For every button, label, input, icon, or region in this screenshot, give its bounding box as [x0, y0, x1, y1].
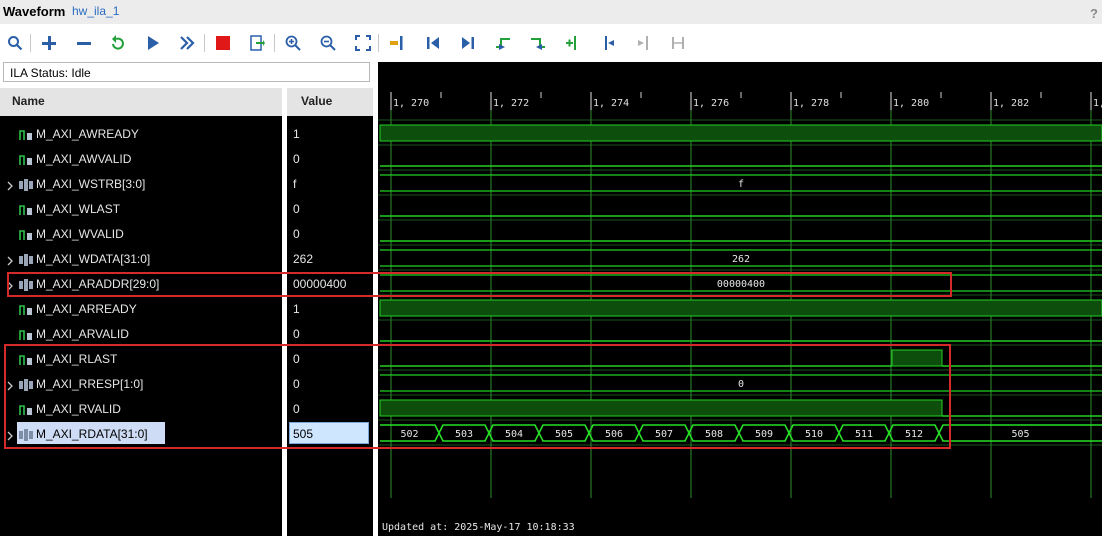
zoom-in-icon[interactable]: [282, 32, 304, 54]
previous-transition-icon[interactable]: [492, 32, 514, 54]
signal-value: 1: [293, 127, 300, 141]
zoom-out-icon[interactable]: [317, 32, 339, 54]
previous-marker-icon[interactable]: [597, 32, 619, 54]
signal-value: f: [293, 177, 297, 191]
signal-value: 0: [293, 227, 300, 241]
wire-signal-icon: [19, 228, 33, 240]
swap-cursors-icon: [667, 32, 689, 54]
signal-row[interactable]: M_AXI_WLAST: [0, 196, 282, 221]
signal-row[interactable]: M_AXI_WDATA[31:0]: [0, 246, 282, 271]
signal-value-row[interactable]: 262: [287, 246, 373, 271]
run-trigger-icon[interactable]: [142, 32, 164, 54]
high-level-wave: [379, 299, 1102, 317]
signal-name: M_AXI_WLAST: [36, 202, 121, 216]
signal-value-row[interactable]: 0: [287, 196, 373, 221]
go-to-start-icon[interactable]: [422, 32, 444, 54]
highlight-read-channel-box: [4, 344, 951, 449]
signal-value: 0: [293, 152, 300, 166]
add-icon[interactable]: [38, 32, 60, 54]
wire-signal-icon: [19, 128, 33, 140]
go-to-end-icon[interactable]: [457, 32, 479, 54]
updated-timestamp: Updated at: 2025-May-17 10:18:33: [382, 522, 575, 533]
signal-row[interactable]: M_AXI_WVALID: [0, 221, 282, 246]
bus-value-label: 262: [732, 254, 750, 265]
wire-signal-icon: [19, 203, 33, 215]
add-marker-icon[interactable]: [562, 32, 584, 54]
signal-name-list: M_AXI_AWREADY M_AXI_AWVALID M_AXI_WSTRB[3:…: [0, 116, 282, 536]
run-immediate-icon[interactable]: [176, 32, 198, 54]
next-marker-icon: [632, 32, 654, 54]
signal-row[interactable]: M_AXI_AWREADY: [0, 121, 282, 146]
signal-name: M_AXI_ARVALID: [36, 327, 129, 341]
bus-signal-icon: [19, 253, 33, 266]
search-icon[interactable]: [4, 32, 26, 54]
name-column-header[interactable]: Name: [0, 88, 282, 116]
tick-label: 1, 282: [993, 98, 1029, 109]
signal-value-row[interactable]: f: [287, 171, 373, 196]
signal-name: M_AXI_WVALID: [36, 227, 124, 241]
tick-label: 1, 270: [393, 98, 429, 109]
signal-value-list: 1 0 f 0 0 262 00000400 1 0 0 0 0 505: [287, 116, 373, 536]
signal-row[interactable]: M_AXI_WSTRB[3:0]: [0, 171, 282, 196]
signal-value-row[interactable]: 1: [287, 121, 373, 146]
title-bar: Waveform hw_ila_1 ?: [0, 0, 1102, 24]
signal-value: 1: [293, 302, 300, 316]
signal-name: M_AXI_WSTRB[3:0]: [36, 177, 146, 191]
waveform-view[interactable]: 1, 270 1, 272 1, 274 1, 276 1, 278 1, 280 1, 2…: [378, 62, 1102, 536]
ila-core-link[interactable]: hw_ila_1: [72, 4, 119, 18]
highlight-araddr-box: [7, 272, 952, 297]
wire-signal-icon: [19, 303, 33, 315]
bus-signal-icon: [19, 178, 33, 191]
wire-signal-icon: [19, 328, 33, 340]
signal-row[interactable]: M_AXI_ARREADY: [0, 296, 282, 321]
signal-name: M_AXI_AWREADY: [36, 127, 139, 141]
ila-status: ILA Status: Idle: [3, 62, 370, 82]
export-icon[interactable]: [246, 32, 268, 54]
stop-icon[interactable]: [212, 32, 234, 54]
window-title: Waveform: [3, 4, 66, 19]
tick-label: 1, 272: [493, 98, 529, 109]
signal-value: 0: [293, 202, 300, 216]
tick-label: 1,: [1093, 98, 1102, 109]
refresh-icon[interactable]: [107, 32, 129, 54]
signal-row[interactable]: M_AXI_AWVALID: [0, 146, 282, 171]
remove-icon[interactable]: [73, 32, 95, 54]
expand-chevron-icon[interactable]: [6, 178, 14, 191]
tick-label: 1, 276: [693, 98, 729, 109]
zoom-fit-icon[interactable]: [352, 32, 374, 54]
next-transition-icon[interactable]: [527, 32, 549, 54]
rdata-value-label: 505: [1011, 429, 1029, 440]
toolbar: [0, 26, 1102, 60]
help-button[interactable]: ?: [1090, 6, 1098, 21]
signal-value-row[interactable]: 1: [287, 296, 373, 321]
signal-value-row[interactable]: 0: [287, 146, 373, 171]
signal-name: M_AXI_AWVALID: [36, 152, 132, 166]
tick-label: 1, 274: [593, 98, 629, 109]
expand-chevron-icon[interactable]: [6, 253, 14, 266]
go-to-cursor-icon[interactable]: [386, 32, 408, 54]
high-level-wave: [379, 124, 1102, 142]
wire-signal-icon: [19, 153, 33, 165]
signal-row[interactable]: M_AXI_ARVALID: [0, 321, 282, 346]
signal-value-row[interactable]: 0: [287, 221, 373, 246]
signal-name: M_AXI_WDATA[31:0]: [36, 252, 151, 266]
tick-label: 1, 278: [793, 98, 829, 109]
signal-value: 262: [293, 252, 314, 266]
signal-value: 0: [293, 327, 300, 341]
tick-label: 1, 280: [893, 98, 929, 109]
signal-name: M_AXI_ARREADY: [36, 302, 137, 316]
bus-value-label: f: [738, 179, 744, 190]
signal-value-row[interactable]: 0: [287, 321, 373, 346]
value-column-header[interactable]: Value: [287, 88, 373, 116]
